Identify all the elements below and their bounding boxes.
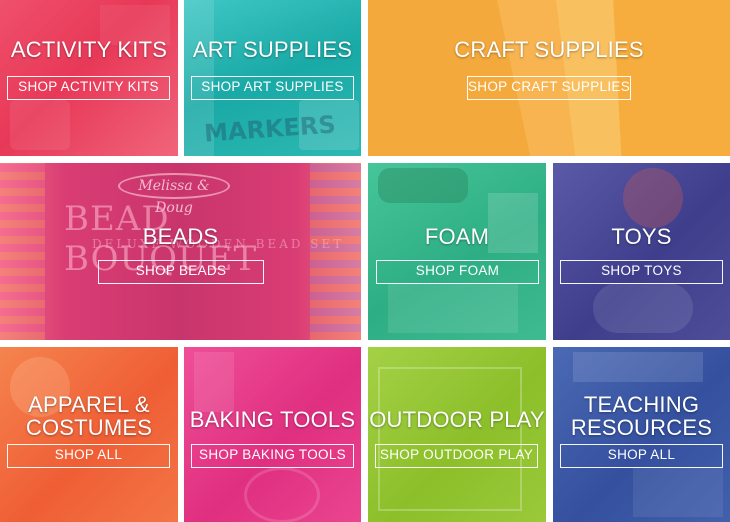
tile-title: OUTDOOR PLAY (369, 407, 545, 432)
tile-title-line2: RESOURCES (570, 415, 713, 440)
tile-title: CRAFT SUPPLIES (454, 37, 644, 62)
tile-art-supplies[interactable]: MARKERS ART SUPPLIES SHOP ART SUPPLIES (184, 0, 361, 156)
tile-title: ART SUPPLIES (192, 37, 353, 62)
tile-outdoor-play[interactable]: OUTDOOR PLAY SHOP OUTDOOR PLAY (368, 347, 546, 522)
tile-title: BEADS (142, 224, 219, 249)
shop-foam-button[interactable]: SHOP FOAM (376, 260, 539, 284)
shop-all-teaching-button[interactable]: SHOP ALL (560, 444, 723, 468)
tile-teaching-resources[interactable]: TEACHING RESOURCES SHOP ALL (553, 347, 730, 522)
tile-foam[interactable]: FOAM SHOP FOAM (368, 163, 546, 340)
tile-title: TOYS (611, 224, 672, 249)
shop-all-apparel-button[interactable]: SHOP ALL (7, 444, 170, 468)
tile-beads[interactable]: Melissa & Doug BEAD BOUQUET DELUXE WOODE… (0, 163, 361, 340)
shop-art-supplies-button[interactable]: SHOP ART SUPPLIES (191, 76, 354, 100)
tile-title-line1: TEACHING (583, 392, 700, 417)
shop-outdoor-play-button[interactable]: SHOP OUTDOOR PLAY (375, 444, 538, 468)
tile-activity-kits[interactable]: ACTIVITY KITS SHOP ACTIVITY KITS (0, 0, 178, 156)
tile-title-line2: COSTUMES (25, 415, 153, 440)
tile-apparel-costumes[interactable]: APPAREL & COSTUMES SHOP ALL (0, 347, 178, 522)
melissa-doug-logo: Melissa & Doug (118, 173, 230, 216)
shop-craft-supplies-button[interactable]: SHOP CRAFT SUPPLIES (467, 76, 631, 100)
shop-baking-tools-button[interactable]: SHOP BAKING TOOLS (191, 444, 354, 468)
tile-title: FOAM (424, 224, 490, 249)
tile-title-line1: APPAREL & (28, 392, 150, 417)
tile-title: ACTIVITY KITS (10, 37, 168, 62)
tile-title: BAKING TOOLS (189, 407, 356, 432)
tile-craft-supplies[interactable]: CRAFT SUPPLIES SHOP CRAFT SUPPLIES (368, 0, 730, 156)
tile-baking-tools[interactable]: BAKING TOOLS SHOP BAKING TOOLS (184, 347, 361, 522)
shop-activity-kits-button[interactable]: SHOP ACTIVITY KITS (7, 76, 170, 100)
shop-toys-button[interactable]: SHOP TOYS (560, 260, 723, 284)
shop-beads-button[interactable]: SHOP BEADS (98, 260, 264, 284)
tile-toys[interactable]: TOYS SHOP TOYS (553, 163, 730, 340)
